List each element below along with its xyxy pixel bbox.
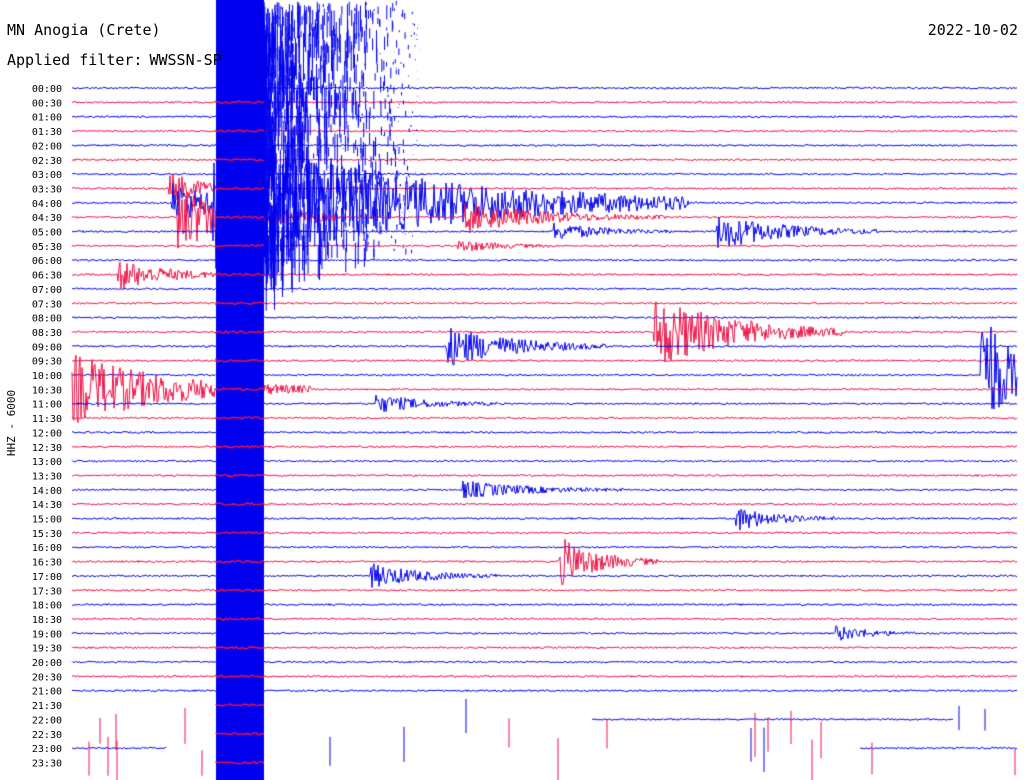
filter-value: WWSSN-SP: [149, 51, 222, 69]
plot-date: 2022-10-02: [927, 21, 1018, 39]
filter-info: Applied filter: WWSSN-SP: [7, 51, 222, 69]
filter-label: Applied filter:: [7, 51, 143, 69]
helicorder-plot: [0, 0, 1024, 780]
station-title: MN Anogia (Crete): [7, 21, 161, 39]
